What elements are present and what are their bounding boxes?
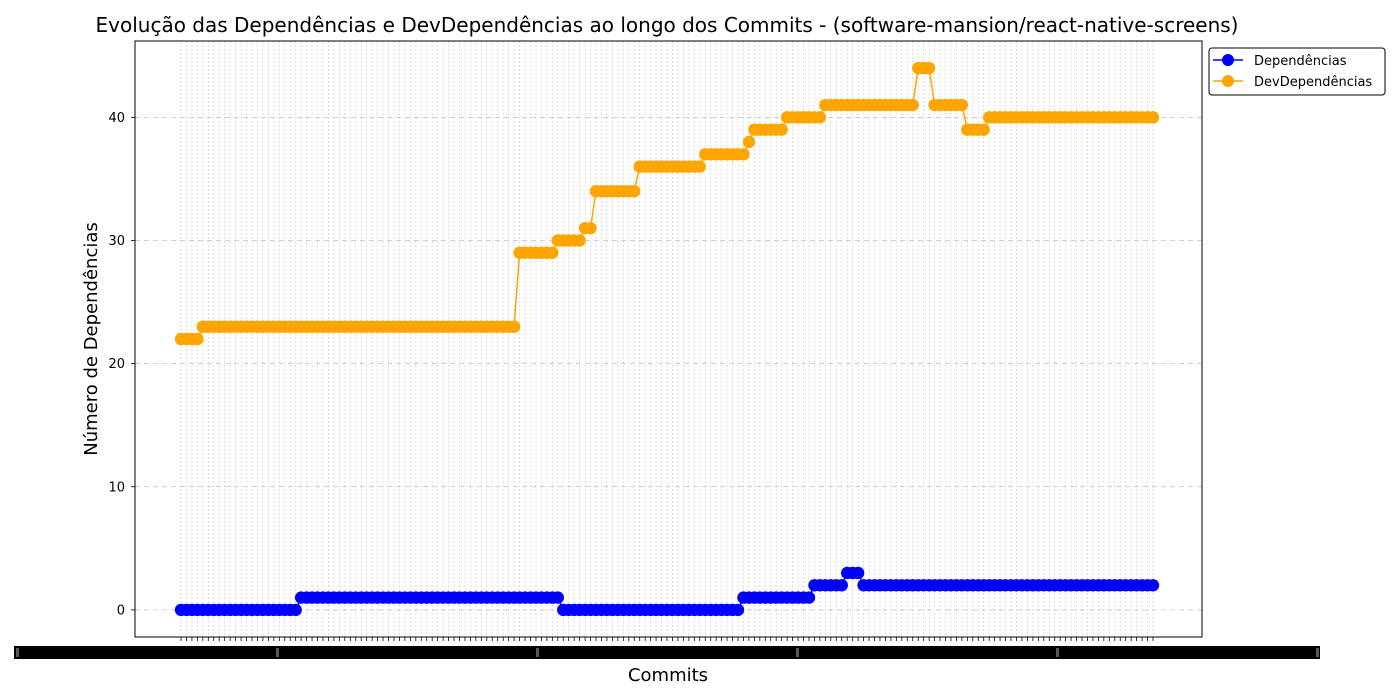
x-tick-label-band <box>14 646 1320 659</box>
x-tick-label-band-gap <box>16 648 19 657</box>
point-devdependencias <box>922 61 936 75</box>
point-devdependencias <box>584 221 597 235</box>
legend-label-dependencias: Dependências <box>1254 54 1347 69</box>
legend-marker-dependencias <box>1222 54 1234 66</box>
point-dependencias <box>802 591 816 604</box>
x-tick-label-band-gap <box>796 648 799 657</box>
x-tick-label-band-gap <box>1316 648 1319 657</box>
point-dependencias <box>835 579 848 592</box>
chart-title: Evolução das Dependências e DevDependênc… <box>96 13 1239 37</box>
point-devdependencias <box>906 98 919 112</box>
point-devdependencias <box>737 148 750 161</box>
point-devdependencias <box>546 246 559 259</box>
point-devdependencias <box>775 123 788 136</box>
point-devdependencias <box>813 111 827 124</box>
point-devdependencias <box>693 160 706 173</box>
point-dependencias <box>289 603 302 617</box>
x-axis-label: Commits <box>628 665 708 686</box>
point-devdependencias <box>742 135 756 149</box>
point-devdependencias <box>628 185 641 198</box>
legend-marker-devdependencias <box>1222 75 1234 87</box>
y-tick-label: 0 <box>117 603 125 618</box>
y-tick-label: 30 <box>108 234 125 249</box>
point-dependencias <box>731 603 745 617</box>
point-devdependencias <box>955 98 969 112</box>
point-dependencias <box>851 566 865 580</box>
point-devdependencias <box>507 320 521 333</box>
point-dependencias <box>551 591 564 604</box>
x-tick-label-band-gap <box>1056 648 1059 657</box>
y-axis-label: Número de Dependências <box>81 222 102 456</box>
point-devdependencias <box>573 234 586 247</box>
legend: Dependências DevDependências <box>1208 47 1386 96</box>
point-devdependencias <box>191 332 204 346</box>
y-tick-label: 10 <box>108 480 125 495</box>
y-tick-label: 20 <box>108 357 125 372</box>
point-dependencias <box>1146 579 1160 592</box>
y-tick-label: 40 <box>108 111 125 126</box>
x-tick-label-band-gap <box>276 648 279 657</box>
legend-label-devdependencias: DevDependências <box>1254 75 1372 90</box>
point-devdependencias <box>977 123 990 136</box>
point-devdependencias <box>1146 111 1160 124</box>
chart: Evolução das Dependências e DevDependênc… <box>0 0 1400 700</box>
x-tick-label-band-gap <box>536 648 539 657</box>
